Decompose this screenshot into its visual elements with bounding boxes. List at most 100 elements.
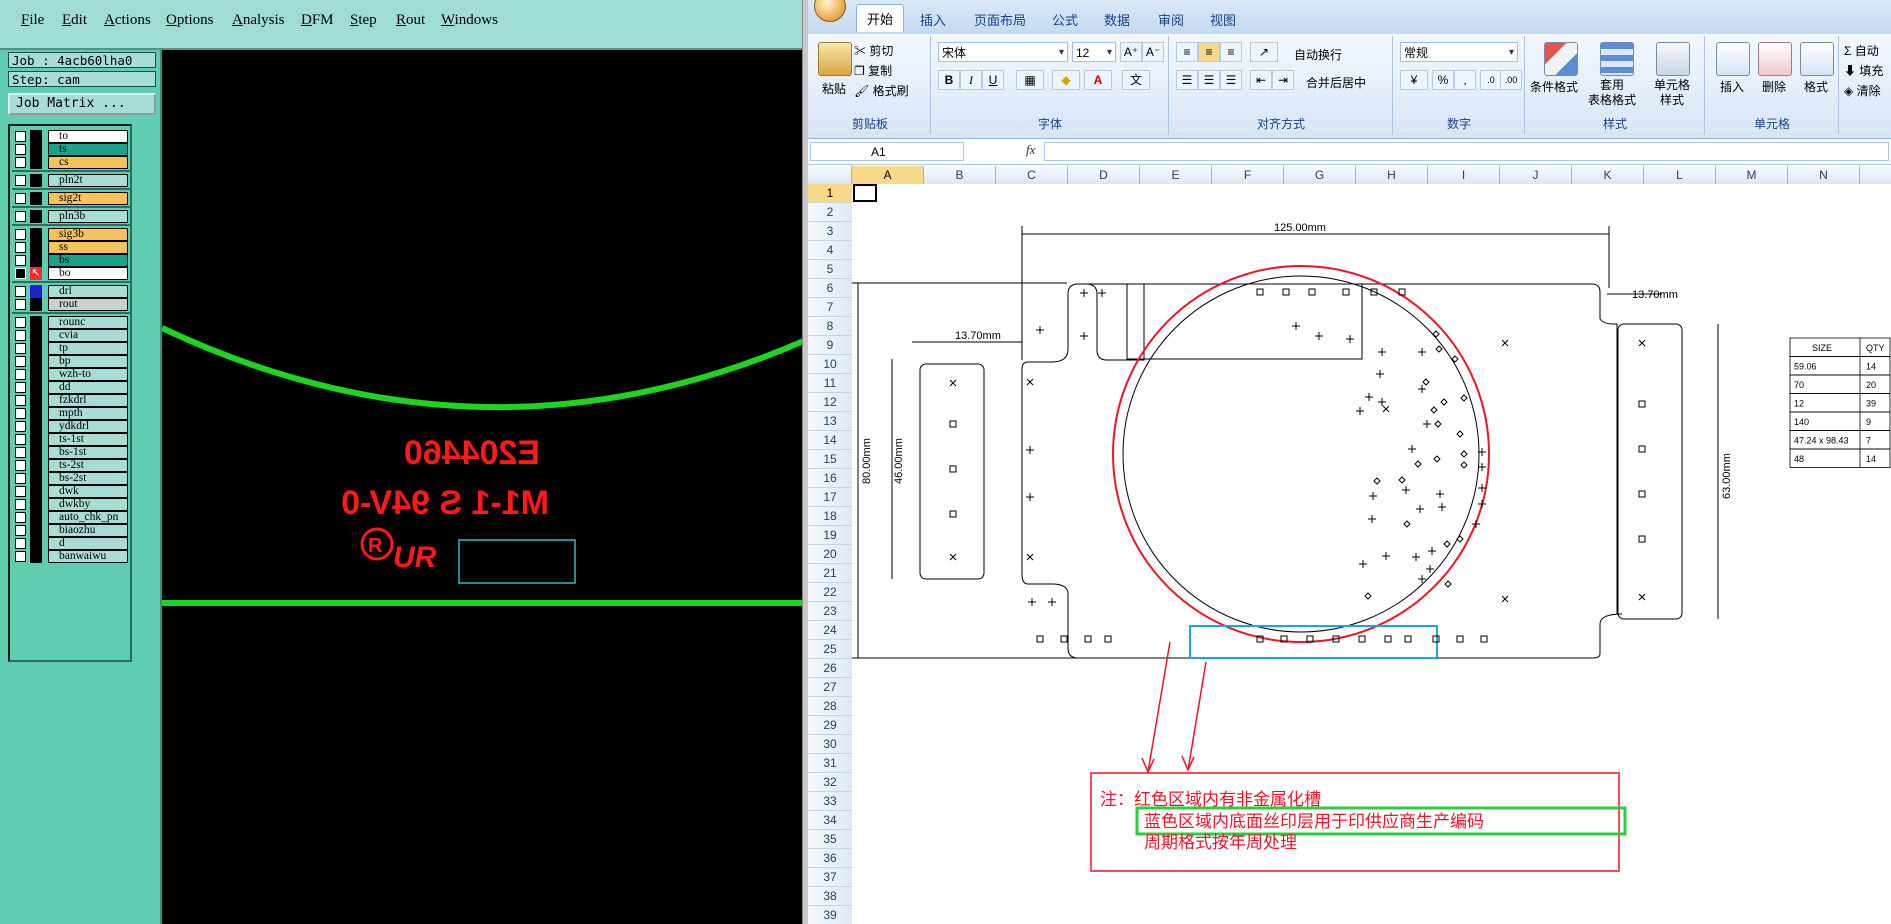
paste-icon[interactable] — [818, 42, 852, 76]
layer-checkbox[interactable] — [15, 395, 26, 406]
layer-name[interactable]: tp — [48, 342, 128, 355]
layer-checkbox[interactable] — [15, 421, 26, 432]
layer-row-ts-1st[interactable]: ts-1st — [12, 433, 130, 446]
phonetic-icon[interactable]: 文 — [1122, 70, 1150, 90]
row-header-27[interactable]: 27 — [808, 678, 852, 697]
row-header-34[interactable]: 34 — [808, 811, 852, 830]
cell-styles-icon[interactable] — [1656, 42, 1690, 76]
layer-checkbox[interactable] — [15, 408, 26, 419]
layer-name[interactable]: banwaiwu — [48, 550, 128, 563]
number-format-combo[interactable]: 常规 — [1400, 42, 1518, 63]
layer-row-banwaiwu[interactable]: banwaiwu — [12, 550, 130, 563]
increase-indent-icon[interactable]: ⇥ — [1272, 70, 1294, 90]
row-header-22[interactable]: 22 — [808, 583, 852, 602]
align-left-icon[interactable]: ☰ — [1176, 70, 1198, 90]
insert-cells-button[interactable]: 插入 — [1720, 78, 1744, 95]
layer-name[interactable]: pln3b — [48, 210, 128, 223]
row-header-25[interactable]: 25 — [808, 640, 852, 659]
column-header-D[interactable]: D — [1068, 166, 1140, 184]
italic-button[interactable]: I — [960, 70, 982, 90]
layer-name[interactable]: fzkdrl — [48, 394, 128, 407]
table-format-icon[interactable] — [1600, 42, 1634, 76]
layer-row-bo[interactable]: ↖ bo — [12, 267, 130, 280]
border-icon[interactable]: ▦ — [1016, 70, 1044, 90]
delete-cells-icon[interactable] — [1758, 42, 1792, 76]
format-painter-button[interactable]: 🖌 格式刷 — [854, 82, 909, 99]
layer-name[interactable]: bp — [48, 355, 128, 368]
layer-name[interactable]: bs — [48, 254, 128, 267]
layer-row-ss[interactable]: ss — [12, 241, 130, 254]
column-header-A[interactable]: A — [852, 166, 924, 184]
row-header-8[interactable]: 8 — [808, 317, 852, 336]
comma-button[interactable]: , — [1454, 70, 1476, 90]
column-header-O[interactable]: O — [1860, 166, 1891, 184]
layer-checkbox[interactable] — [15, 486, 26, 497]
layer-row-biaozhu[interactable]: biaozhu — [12, 524, 130, 537]
layer-checkbox[interactable] — [15, 356, 26, 367]
layer-checkbox[interactable] — [15, 229, 26, 240]
column-header-L[interactable]: L — [1644, 166, 1716, 184]
layer-checkbox[interactable] — [15, 299, 26, 310]
row-header-12[interactable]: 12 — [808, 393, 852, 412]
menu-dfm[interactable]: DFM — [301, 12, 334, 29]
layer-row-auto_chk_pn[interactable]: auto_chk_pn — [12, 511, 130, 524]
worksheet-grid[interactable]: 注：红色区域内有非金属化槽 蓝色区域内底面丝印层用于印供应商生产编码 周期格式按… — [852, 184, 1891, 924]
row-header-28[interactable]: 28 — [808, 697, 852, 716]
name-box[interactable]: A1 — [810, 142, 964, 161]
layer-row-d[interactable]: d — [12, 537, 130, 550]
column-header-J[interactable]: J — [1500, 166, 1572, 184]
layer-name[interactable]: pln2t — [48, 174, 128, 187]
copy-button[interactable]: ❐ 复制 — [854, 62, 892, 79]
layer-row-to[interactable]: to — [12, 130, 130, 143]
tab-formulas[interactable]: 公式 — [1052, 10, 1078, 29]
increase-decimal-icon[interactable]: .0 — [1480, 70, 1502, 90]
column-header-H[interactable]: H — [1356, 166, 1428, 184]
layer-row-dd[interactable]: dd — [12, 381, 130, 394]
layer-name[interactable]: sig2t — [48, 192, 128, 205]
layer-name[interactable]: rounc — [48, 316, 128, 329]
layer-checkbox[interactable] — [15, 144, 26, 155]
row-header-21[interactable]: 21 — [808, 564, 852, 583]
layer-checkbox[interactable] — [15, 193, 26, 204]
row-header-18[interactable]: 18 — [808, 507, 852, 526]
row-header-2[interactable]: 2 — [808, 203, 852, 222]
row-header-38[interactable]: 38 — [808, 887, 852, 906]
row-header-7[interactable]: 7 — [808, 298, 852, 317]
layer-checkbox[interactable] — [15, 551, 26, 562]
layer-row-drl[interactable]: drl — [12, 285, 130, 298]
clear-button[interactable]: ◈ 清除 — [1844, 82, 1881, 99]
insert-cells-icon[interactable] — [1716, 42, 1750, 76]
tab-page-layout[interactable]: 页面布局 — [974, 10, 1026, 29]
column-header-K[interactable]: K — [1572, 166, 1644, 184]
layer-checkbox[interactable] — [15, 499, 26, 510]
row-header-23[interactable]: 23 — [808, 602, 852, 621]
layer-row-ydkdrl[interactable]: ydkdrl — [12, 420, 130, 433]
layer-row-rout[interactable]: rout — [12, 298, 130, 311]
layer-row-bs[interactable]: bs — [12, 254, 130, 267]
layer-row-sig3b[interactable]: sig3b — [12, 228, 130, 241]
orientation-icon[interactable]: ↗ — [1250, 42, 1278, 62]
column-header-B[interactable]: B — [924, 166, 996, 184]
layer-checkbox[interactable] — [15, 330, 26, 341]
layer-name[interactable]: ts — [48, 143, 128, 156]
autosum-button[interactable]: Σ 自动 — [1844, 42, 1879, 59]
layer-name[interactable]: cs — [48, 156, 128, 169]
layer-row-bs-1st[interactable]: bs-1st — [12, 446, 130, 459]
layer-row-dwk[interactable]: dwk — [12, 485, 130, 498]
layer-checkbox[interactable] — [15, 512, 26, 523]
layer-checkbox[interactable] — [15, 538, 26, 549]
layer-name[interactable]: biaozhu — [48, 524, 128, 537]
row-header-13[interactable]: 13 — [808, 412, 852, 431]
font-color-icon[interactable]: A — [1084, 70, 1112, 90]
row-header-30[interactable]: 30 — [808, 735, 852, 754]
row-header-39[interactable]: 39 — [808, 906, 852, 924]
layer-checkbox[interactable] — [15, 286, 26, 297]
layer-row-cs[interactable]: cs — [12, 156, 130, 169]
layer-row-ts-2st[interactable]: ts-2st — [12, 459, 130, 472]
decrease-indent-icon[interactable]: ⇤ — [1250, 70, 1272, 90]
bold-button[interactable]: B — [938, 70, 960, 90]
job-matrix-button[interactable]: Job Matrix ... — [8, 93, 156, 115]
table-format-button[interactable]: 套用 表格格式 — [1588, 78, 1636, 108]
layer-row-rounc[interactable]: rounc — [12, 316, 130, 329]
select-all-corner[interactable] — [808, 166, 852, 184]
